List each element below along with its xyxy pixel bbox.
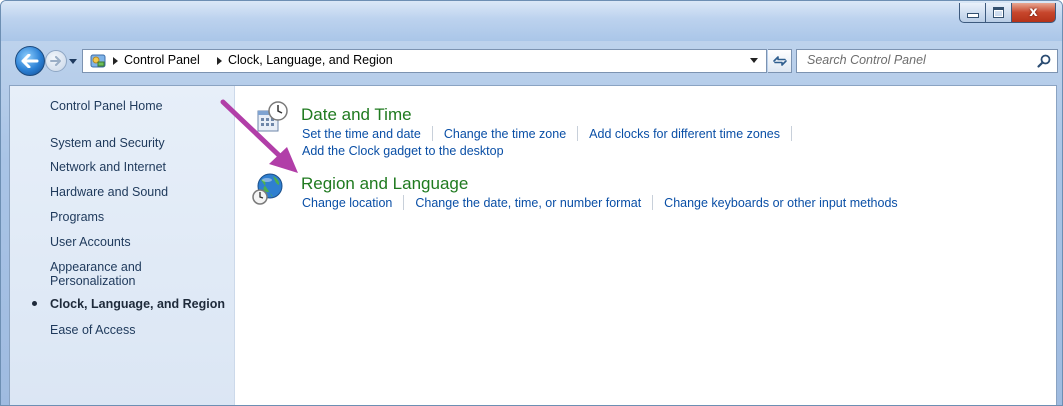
control-panel-window: x Control Panel Clock, Language, and Reg… xyxy=(0,0,1063,406)
annotation-arrow-icon xyxy=(220,99,298,173)
